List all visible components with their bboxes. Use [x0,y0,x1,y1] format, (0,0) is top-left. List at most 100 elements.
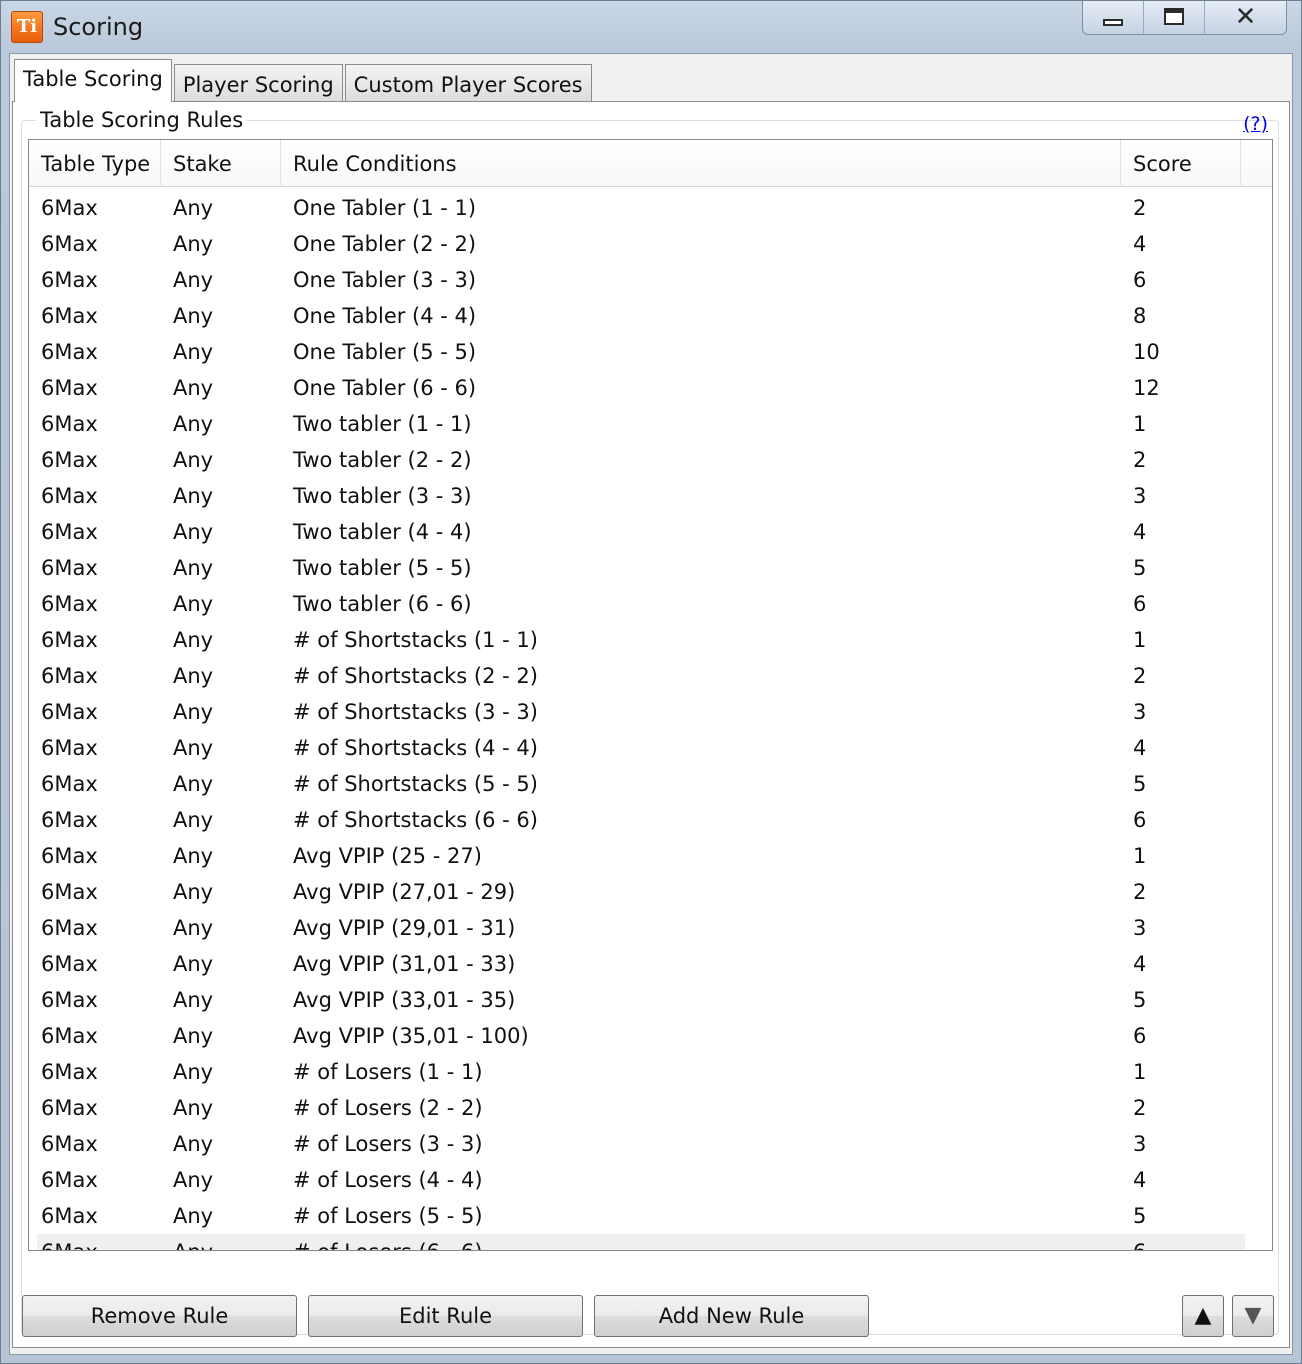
table-row[interactable]: 6Max Any One Tabler (4 - 4) 8 [37,298,1245,334]
add-new-rule-button[interactable]: Add New Rule [594,1295,869,1337]
cell-table-type: 6Max [41,268,98,292]
cell-stake: Any [173,592,214,616]
cell-stake: Any [173,268,214,292]
table-row[interactable]: 6Max Any # of Losers (3 - 3) 3 [37,1126,1245,1162]
cell-rule-conditions: # of Losers (3 - 3) [293,1132,483,1156]
tab-player-scoring[interactable]: Player Scoring [173,64,343,102]
cell-table-type: 6Max [41,952,98,976]
table-row[interactable]: 6Max Any Two tabler (2 - 2) 2 [37,442,1245,478]
help-link[interactable]: (?) [1243,113,1268,135]
table-row[interactable]: 6Max Any Avg VPIP (25 - 27) 1 [37,838,1245,874]
table-row[interactable]: 6Max Any Two tabler (5 - 5) 5 [37,550,1245,586]
table-row[interactable]: 6Max Any Avg VPIP (33,01 - 35) 5 [37,982,1245,1018]
move-up-button[interactable]: ▲ [1182,1295,1224,1337]
cell-table-type: 6Max [41,1024,98,1048]
table-row[interactable]: 6Max Any One Tabler (3 - 3) 6 [37,262,1245,298]
table-row[interactable]: 6Max Any # of Shortstacks (1 - 1) 1 [37,622,1245,658]
table-row[interactable]: 6Max Any Avg VPIP (31,01 - 33) 4 [37,946,1245,982]
tab-custom-player-scores[interactable]: Custom Player Scores [344,64,592,102]
table-row[interactable]: 6Max Any One Tabler (5 - 5) 10 [37,334,1245,370]
cell-rule-conditions: # of Shortstacks (1 - 1) [293,628,538,652]
cell-rule-conditions: One Tabler (2 - 2) [293,232,477,256]
cell-stake: Any [173,952,214,976]
cell-table-type: 6Max [41,1132,98,1156]
table-row[interactable]: 6Max Any Avg VPIP (29,01 - 31) 3 [37,910,1245,946]
table-row[interactable]: 6Max Any # of Shortstacks (5 - 5) 5 [37,766,1245,802]
cell-rule-conditions: Two tabler (6 - 6) [293,592,472,616]
cell-stake: Any [173,1168,214,1192]
cell-table-type: 6Max [41,916,98,940]
cell-stake: Any [173,736,214,760]
cell-rule-conditions: Two tabler (1 - 1) [293,412,472,436]
table-row[interactable]: 6Max Any # of Losers (2 - 2) 2 [37,1090,1245,1126]
cell-stake: Any [173,412,214,436]
cell-table-type: 6Max [41,412,98,436]
cell-table-type: 6Max [41,376,98,400]
table-row[interactable]: 6Max Any # of Shortstacks (3 - 3) 3 [37,694,1245,730]
table-row[interactable]: 6Max Any # of Losers (4 - 4) 4 [37,1162,1245,1198]
group-title: Table Scoring Rules [36,108,248,132]
cell-stake: Any [169,1240,289,1250]
table-row[interactable]: 6Max Any # of Losers (1 - 1) 1 [37,1054,1245,1090]
tab-table-scoring[interactable]: Table Scoring [14,59,172,102]
cell-score: 1 [1133,1060,1147,1084]
column-header-score[interactable]: Score [1121,140,1241,187]
cell-score: 6 [1133,1024,1147,1048]
column-header-table-type[interactable]: Table Type [29,140,161,187]
cell-table-type: 6Max [41,484,98,508]
cell-score: 1 [1133,628,1147,652]
minimize-button[interactable] [1083,1,1143,34]
cell-table-type: 6Max [37,1240,169,1250]
cell-score: 4 [1133,1168,1147,1192]
remove-rule-button[interactable]: Remove Rule [22,1295,297,1337]
cell-score: 10 [1133,340,1160,364]
table-row[interactable]: 6Max Any Two tabler (4 - 4) 4 [37,514,1245,550]
maximize-button[interactable] [1143,1,1204,34]
cell-score: 5 [1133,1204,1147,1228]
cell-table-type: 6Max [41,196,98,220]
arrow-down-icon: ▼ [1244,1303,1262,1328]
rules-table[interactable]: Table Type Stake Rule Conditions Score 6… [28,139,1273,1251]
cell-table-type: 6Max [41,520,98,544]
edit-rule-button[interactable]: Edit Rule [308,1295,583,1337]
cell-score: 12 [1133,376,1160,400]
cell-score: 5 [1133,772,1147,796]
cell-score: 5 [1133,988,1147,1012]
table-row[interactable]: 6Max Any One Tabler (1 - 1) 2 [37,190,1245,226]
table-row[interactable]: 6Max Any Two tabler (6 - 6) 6 [37,586,1245,622]
table-row[interactable]: 6Max Any # of Shortstacks (2 - 2) 2 [37,658,1245,694]
table-row[interactable]: 6Max Any # of Losers (5 - 5) 5 [37,1198,1245,1234]
table-row[interactable]: 6Max Any One Tabler (6 - 6) 12 [37,370,1245,406]
cell-stake: Any [173,196,214,220]
table-row[interactable]: 6Max Any One Tabler (2 - 2) 4 [37,226,1245,262]
cell-rule-conditions: Avg VPIP (35,01 - 100) [293,1024,529,1048]
table-row[interactable]: 6Max Any Two tabler (3 - 3) 3 [37,478,1245,514]
column-header-stake[interactable]: Stake [161,140,281,187]
column-header-filler [1241,140,1272,187]
cell-score: 2 [1133,196,1147,220]
cell-score: 4 [1133,952,1147,976]
title-bar[interactable]: Ti Scoring ✕ [1,1,1301,53]
cell-stake: Any [173,556,214,580]
cell-table-type: 6Max [41,628,98,652]
column-header-rule-conditions[interactable]: Rule Conditions [281,140,1121,187]
cell-rule-conditions: One Tabler (1 - 1) [293,196,477,220]
cell-rule-conditions: One Tabler (5 - 5) [293,340,477,364]
close-button[interactable]: ✕ [1204,1,1286,34]
table-row[interactable]: 6MaxAny# of Losers (6 - 6)6 [37,1234,1245,1250]
cell-score: 3 [1133,700,1147,724]
cell-stake: Any [173,1132,214,1156]
cell-stake: Any [173,664,214,688]
table-row[interactable]: 6Max Any Avg VPIP (27,01 - 29) 2 [37,874,1245,910]
move-down-button[interactable]: ▼ [1232,1295,1274,1337]
cell-rule-conditions: Avg VPIP (29,01 - 31) [293,916,516,940]
cell-table-type: 6Max [41,556,98,580]
cell-rule-conditions: Avg VPIP (25 - 27) [293,844,482,868]
table-row[interactable]: 6Max Any Two tabler (1 - 1) 1 [37,406,1245,442]
table-row[interactable]: 6Max Any Avg VPIP (35,01 - 100) 6 [37,1018,1245,1054]
table-row[interactable]: 6Max Any # of Shortstacks (6 - 6) 6 [37,802,1245,838]
table-row[interactable]: 6Max Any # of Shortstacks (4 - 4) 4 [37,730,1245,766]
cell-stake: Any [173,484,214,508]
cell-table-type: 6Max [41,1204,98,1228]
arrow-up-icon: ▲ [1194,1303,1212,1328]
